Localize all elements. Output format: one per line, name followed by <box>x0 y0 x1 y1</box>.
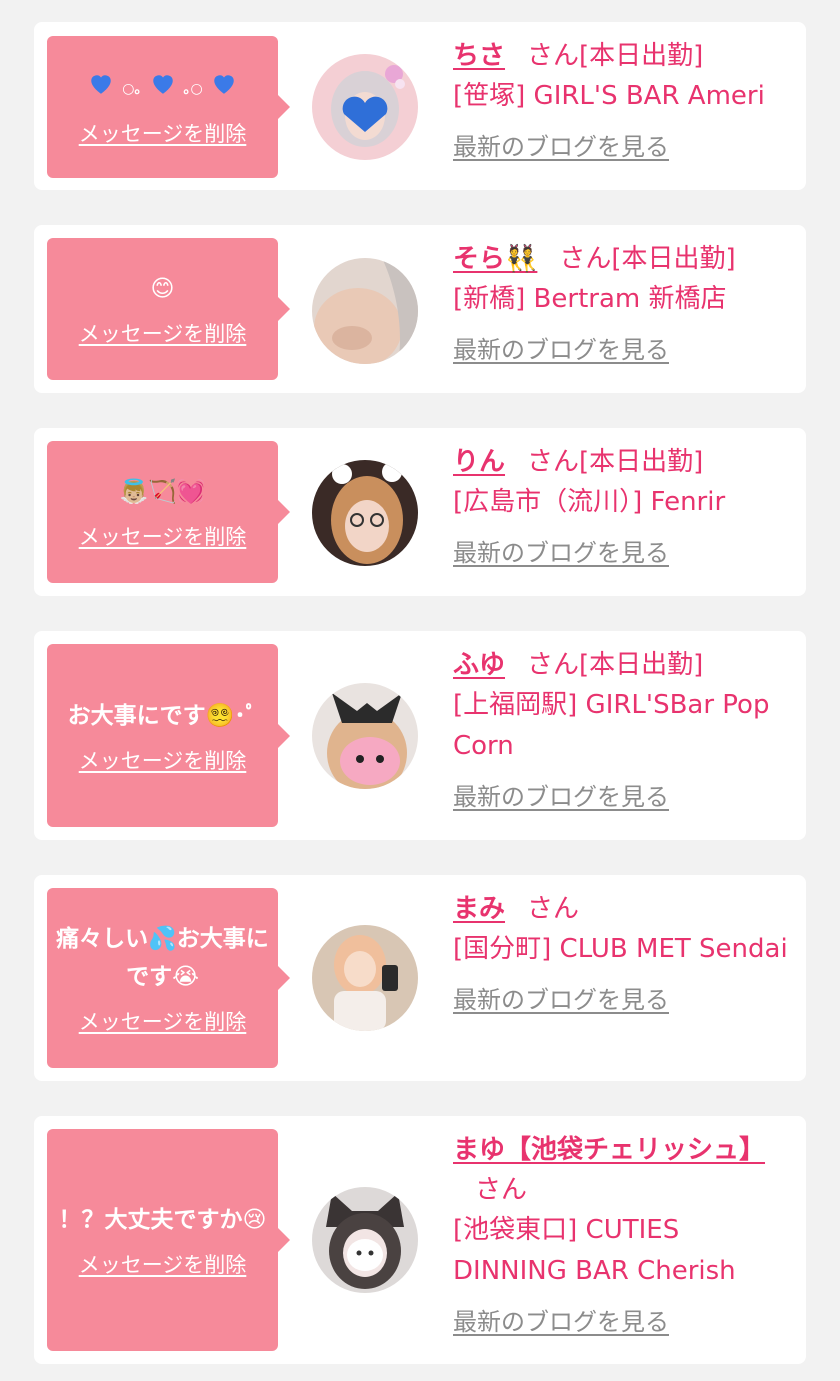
cast-info: まみ さん [国分町] CLUB MET Sendai 最新のブログを見る <box>453 889 796 1015</box>
message-card: ○｡ ｡○ メッセージを削除 ちさ さん[本日出勤] [笹塚] GIRL'S BA… <box>34 22 806 190</box>
cast-name-link[interactable]: まゆ【池袋チェリッシュ】 <box>453 1135 765 1165</box>
message-list: ○｡ ｡○ メッセージを削除 ちさ さん[本日出勤] [笹塚] GIRL'S BA… <box>0 0 840 1381</box>
message-text: 痛々しい💦お大事にです😭 <box>56 926 269 990</box>
shop-name: [池袋東口] CUTIES DINNING BAR Cherish <box>453 1215 736 1286</box>
san-label: さん <box>475 1175 528 1205</box>
delete-message-link[interactable]: メッセージを削除 <box>79 1006 247 1036</box>
cast-name-link[interactable]: ふゆ <box>453 650 505 680</box>
cast-info: ちさ さん[本日出勤] [笹塚] GIRL'S BAR Ameri 最新のブログを… <box>453 36 796 162</box>
san-label: さん <box>527 894 580 924</box>
blog-link[interactable]: 最新のブログを見る <box>453 127 669 162</box>
san-label: さん <box>559 244 612 274</box>
shop-name: [笹塚] GIRL'S BAR Ameri <box>453 81 765 111</box>
blog-link[interactable]: 最新のブログを見る <box>453 777 669 812</box>
delete-message-link[interactable]: メッセージを削除 <box>79 118 247 148</box>
cast-info: そら👯 さん[本日出勤] [新橋] Bertram 新橋店 最新のブログを見る <box>453 239 796 365</box>
blue-heart-icon <box>152 74 173 94</box>
blog-link[interactable]: 最新のブログを見る <box>453 330 669 365</box>
avatar[interactable] <box>312 460 418 566</box>
cast-name-link[interactable]: そら👯 <box>453 244 537 274</box>
message-card: 😊 メッセージを削除 そら👯 さん[本日出勤] [新橋] Bertram 新橋店 … <box>34 225 806 393</box>
blog-link[interactable]: 最新のブログを見る <box>453 1302 669 1337</box>
san-label: さん <box>527 447 580 477</box>
message-text: 😊 <box>150 276 175 302</box>
cast-name-link[interactable]: りん <box>453 447 505 477</box>
blue-heart-icon <box>214 74 234 94</box>
avatar[interactable] <box>312 925 418 1031</box>
cast-name-link[interactable]: ちさ <box>453 41 505 71</box>
delete-message-link[interactable]: メッセージを削除 <box>79 745 247 775</box>
cast-name-link[interactable]: まみ <box>453 894 505 924</box>
delete-message-link[interactable]: メッセージを削除 <box>79 318 247 348</box>
cast-info: ふゆ さん[本日出勤] [上福岡駅] GIRL'SBar Pop Corn 最新の… <box>453 645 796 812</box>
message-bubble: 😊 メッセージを削除 <box>47 238 290 380</box>
blog-link[interactable]: 最新のブログを見る <box>453 533 669 568</box>
blog-link[interactable]: 最新のブログを見る <box>453 980 669 1015</box>
delete-message-link[interactable]: メッセージを削除 <box>79 521 247 551</box>
message-bubble: ○｡ ｡○ メッセージを削除 <box>47 36 290 178</box>
cast-info: りん さん[本日出勤] [広島市（流川）] Fenrir 最新のブログを見る <box>453 442 796 568</box>
message-card: ！？大丈夫ですか😢 メッセージを削除 まゆ【池袋チェリッシュ】さん [池袋東口]… <box>34 1116 806 1364</box>
message-card: お大事にです😵‍💫･ﾟ メッセージを削除 ふゆ さん[本日出勤] [上福岡駅] G… <box>34 631 806 840</box>
avatar[interactable] <box>312 258 418 364</box>
message-text: 👼🏼🏹💓 <box>119 479 206 505</box>
message-bubble: 👼🏼🏹💓 メッセージを削除 <box>47 441 290 583</box>
avatar[interactable] <box>312 54 418 160</box>
avatar[interactable] <box>312 1187 418 1293</box>
message-bubble: 痛々しい💦お大事にです😭 メッセージを削除 <box>47 888 290 1068</box>
message-text: お大事にです😵‍💫･ﾟ <box>67 702 258 729</box>
shop-name: [新橋] Bertram 新橋店 <box>453 284 727 314</box>
san-label: さん <box>527 650 580 680</box>
delete-message-link[interactable]: メッセージを削除 <box>79 1249 247 1279</box>
san-label: さん <box>527 41 580 71</box>
message-card: 👼🏼🏹💓 メッセージを削除 りん さん[本日出勤] [広島市（流川）] Fenri… <box>34 428 806 596</box>
status-label: [本日出勤] <box>579 41 704 71</box>
status-label: [本日出勤] <box>579 650 704 680</box>
shop-name: [国分町] CLUB MET Sendai <box>453 934 788 964</box>
message-bubble: ！？大丈夫ですか😢 メッセージを削除 <box>47 1129 290 1351</box>
message-text: ○｡ ｡○ <box>80 67 245 108</box>
cast-info: まゆ【池袋チェリッシュ】さん [池袋東口] CUTIES DINNING BAR… <box>453 1130 796 1337</box>
message-bubble: お大事にです😵‍💫･ﾟ メッセージを削除 <box>47 644 290 827</box>
status-label: [本日出勤] <box>611 244 736 274</box>
shop-name: [上福岡駅] GIRL'SBar Pop Corn <box>453 690 770 761</box>
message-card: 痛々しい💦お大事にです😭 メッセージを削除 まみ さん [国分町] CLUB ME… <box>34 875 806 1081</box>
status-label: [本日出勤] <box>579 447 704 477</box>
message-text: ！？大丈夫ですか😢 <box>58 1207 267 1233</box>
blue-heart-icon <box>91 74 111 94</box>
avatar[interactable] <box>312 683 418 789</box>
shop-name: [広島市（流川）] Fenrir <box>453 487 726 517</box>
